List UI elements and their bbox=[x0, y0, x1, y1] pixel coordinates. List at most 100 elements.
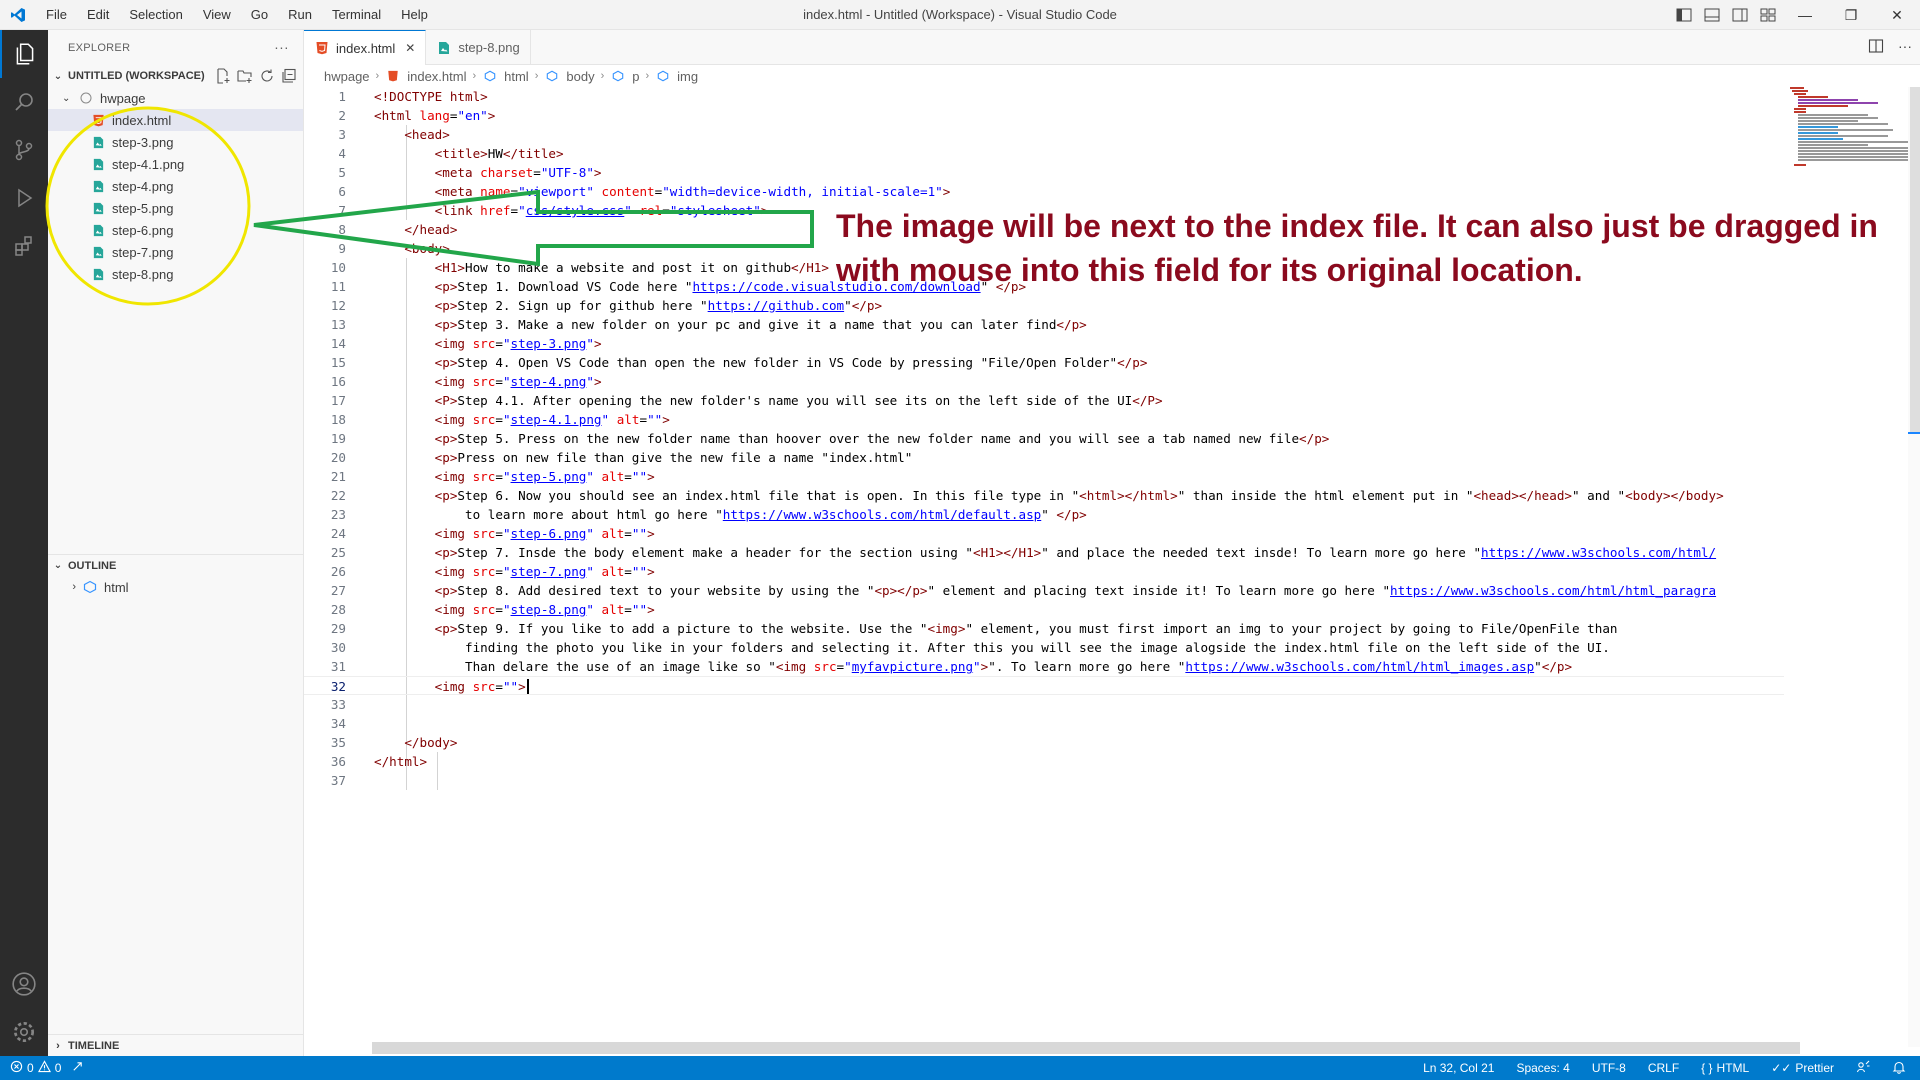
extensions-icon[interactable] bbox=[0, 222, 48, 270]
timeline-header[interactable]: › TIMELINE bbox=[48, 1034, 304, 1056]
menu-item-view[interactable]: View bbox=[193, 0, 241, 30]
code-line[interactable]: 19 <p>Step 5. Press on the new folder na… bbox=[304, 429, 1784, 448]
vertical-scrollbar[interactable] bbox=[1908, 87, 1920, 1047]
breadcrumb-item[interactable]: img bbox=[677, 69, 698, 84]
line-number: 18 bbox=[330, 412, 346, 427]
encoding[interactable]: UTF-8 bbox=[1592, 1061, 1626, 1075]
breadcrumb-item[interactable]: index.html bbox=[407, 69, 466, 84]
code-line[interactable]: 28 <img src="step-8.png" alt=""> bbox=[304, 600, 1784, 619]
problems-indicator[interactable]: 0 0 bbox=[10, 1060, 61, 1076]
code-line[interactable]: 35 </body> bbox=[304, 733, 1784, 752]
code-line[interactable]: 33 bbox=[304, 695, 1784, 714]
file-item[interactable]: step-8.png bbox=[48, 263, 303, 285]
file-item[interactable]: step-6.png bbox=[48, 219, 303, 241]
toggle-panel-icon[interactable] bbox=[1698, 0, 1726, 30]
toggle-primary-sidebar-icon[interactable] bbox=[1670, 0, 1698, 30]
code-line[interactable]: 22 <p>Step 6. Now you should see an inde… bbox=[304, 486, 1784, 505]
tab-index-html[interactable]: index.html ✕ bbox=[304, 30, 427, 65]
gear-icon[interactable] bbox=[0, 1008, 48, 1056]
menu-item-help[interactable]: Help bbox=[391, 0, 438, 30]
code-line[interactable]: 27 <p>Step 8. Add desired text to your w… bbox=[304, 581, 1784, 600]
scrollbar-thumb[interactable] bbox=[1910, 87, 1920, 432]
run-debug-icon[interactable] bbox=[0, 174, 48, 222]
explorer-more-icon[interactable]: ··· bbox=[274, 39, 289, 55]
outline-item-html[interactable]: › html bbox=[48, 576, 304, 598]
code-line[interactable]: 3 <head> bbox=[304, 125, 1784, 144]
workspace-header[interactable]: ⌄ UNTITLED (WORKSPACE) bbox=[48, 65, 303, 87]
file-item[interactable]: step-5.png bbox=[48, 197, 303, 219]
folder-hwpage[interactable]: ⌄ hwpage bbox=[48, 87, 303, 109]
image-file-icon bbox=[90, 222, 106, 238]
restore-button[interactable]: ❐ bbox=[1828, 0, 1874, 30]
account-icon[interactable] bbox=[0, 960, 48, 1008]
language-mode[interactable]: { } HTML bbox=[1701, 1061, 1749, 1075]
code-line[interactable]: 6 <meta name="viewport" content="width=d… bbox=[304, 182, 1784, 201]
new-folder-icon[interactable] bbox=[237, 68, 253, 87]
code-line[interactable]: 20 <p>Press on new file than give the ne… bbox=[304, 448, 1784, 467]
more-actions-icon[interactable]: ··· bbox=[1898, 38, 1912, 59]
customize-layout-icon[interactable] bbox=[1754, 0, 1782, 30]
minimap[interactable] bbox=[1790, 87, 1910, 167]
file-item[interactable]: step-7.png bbox=[48, 241, 303, 263]
code-line[interactable]: 2 <html lang="en"> bbox=[304, 106, 1784, 125]
code-line[interactable]: 12 <p>Step 2. Sign up for github here "h… bbox=[304, 296, 1784, 315]
code-line[interactable]: 24 <img src="step-6.png" alt=""> bbox=[304, 524, 1784, 543]
code-line[interactable]: 26 <img src="step-7.png" alt=""> bbox=[304, 562, 1784, 581]
code-line[interactable]: 30 finding the photo you like in your fo… bbox=[304, 638, 1784, 657]
breadcrumb-item[interactable]: body bbox=[566, 69, 594, 84]
menu-item-run[interactable]: Run bbox=[278, 0, 322, 30]
outline-header[interactable]: ⌄ OUTLINE bbox=[48, 554, 304, 576]
code-line[interactable]: 34 bbox=[304, 714, 1784, 733]
code-line[interactable]: 21 <img src="step-5.png" alt=""> bbox=[304, 467, 1784, 486]
menu-item-edit[interactable]: Edit bbox=[77, 0, 119, 30]
breadcrumb-item[interactable]: html bbox=[504, 69, 529, 84]
source-control-icon[interactable] bbox=[0, 126, 48, 174]
minimize-button[interactable]: — bbox=[1782, 0, 1828, 30]
live-share-icon[interactable] bbox=[71, 1060, 84, 1076]
prettier-status[interactable]: ✓✓ Prettier bbox=[1771, 1061, 1834, 1075]
code-line[interactable]: 15 <p>Step 4. Open VS Code than open the… bbox=[304, 353, 1784, 372]
breadcrumb-item[interactable]: hwpage bbox=[324, 69, 370, 84]
code-line[interactable]: 18 <img src="step-4.1.png" alt=""> bbox=[304, 410, 1784, 429]
menu-item-terminal[interactable]: Terminal bbox=[322, 0, 391, 30]
collapse-all-icon[interactable] bbox=[281, 68, 297, 87]
indentation[interactable]: Spaces: 4 bbox=[1516, 1061, 1569, 1075]
horizontal-scrollbar[interactable] bbox=[372, 1042, 1800, 1054]
line-number: 34 bbox=[330, 716, 346, 731]
close-icon[interactable]: ✕ bbox=[405, 41, 415, 55]
code-line[interactable]: 31 Than delare the use of an image like … bbox=[304, 657, 1784, 676]
code-line[interactable]: 1 <!DOCTYPE html> bbox=[304, 87, 1784, 106]
file-item[interactable]: step-4.1.png bbox=[48, 153, 303, 175]
cursor-position[interactable]: Ln 32, Col 21 bbox=[1423, 1061, 1494, 1075]
code-line[interactable]: 32 <img src=""> bbox=[304, 676, 1784, 695]
menu-item-selection[interactable]: Selection bbox=[119, 0, 192, 30]
file-item[interactable]: index.html bbox=[48, 109, 303, 131]
split-editor-icon[interactable] bbox=[1868, 38, 1884, 59]
files-icon[interactable] bbox=[0, 30, 48, 78]
tab-step-8-png[interactable]: step-8.png bbox=[426, 30, 531, 65]
end-of-line[interactable]: CRLF bbox=[1648, 1061, 1679, 1075]
code-line[interactable]: 5 <meta charset="UTF-8"> bbox=[304, 163, 1784, 182]
breadcrumb-item[interactable]: p bbox=[632, 69, 639, 84]
feedback-icon[interactable] bbox=[1856, 1060, 1870, 1077]
menu-item-go[interactable]: Go bbox=[241, 0, 278, 30]
close-button[interactable]: ✕ bbox=[1874, 0, 1920, 30]
code-line[interactable]: 17 <P>Step 4.1. After opening the new fo… bbox=[304, 391, 1784, 410]
code-line[interactable]: 14 <img src="step-3.png"> bbox=[304, 334, 1784, 353]
code-line[interactable]: 36 </html> bbox=[304, 752, 1784, 771]
refresh-icon[interactable] bbox=[259, 68, 275, 87]
menu-item-file[interactable]: File bbox=[36, 0, 77, 30]
code-line[interactable]: 16 <img src="step-4.png"> bbox=[304, 372, 1784, 391]
search-icon[interactable] bbox=[0, 78, 48, 126]
file-item[interactable]: step-3.png bbox=[48, 131, 303, 153]
file-item[interactable]: step-4.png bbox=[48, 175, 303, 197]
toggle-secondary-sidebar-icon[interactable] bbox=[1726, 0, 1754, 30]
code-line[interactable]: 25 <p>Step 7. Insde the body element mak… bbox=[304, 543, 1784, 562]
code-line[interactable]: 29 <p>Step 9. If you like to add a pictu… bbox=[304, 619, 1784, 638]
code-line[interactable]: 13 <p>Step 3. Make a new folder on your … bbox=[304, 315, 1784, 334]
new-file-icon[interactable] bbox=[215, 68, 231, 87]
code-line[interactable]: 37 bbox=[304, 771, 1784, 790]
code-line[interactable]: 4 <title>HW</title> bbox=[304, 144, 1784, 163]
notifications-bell-icon[interactable] bbox=[1892, 1060, 1906, 1077]
code-line[interactable]: 23 to learn more about html go here "htt… bbox=[304, 505, 1784, 524]
